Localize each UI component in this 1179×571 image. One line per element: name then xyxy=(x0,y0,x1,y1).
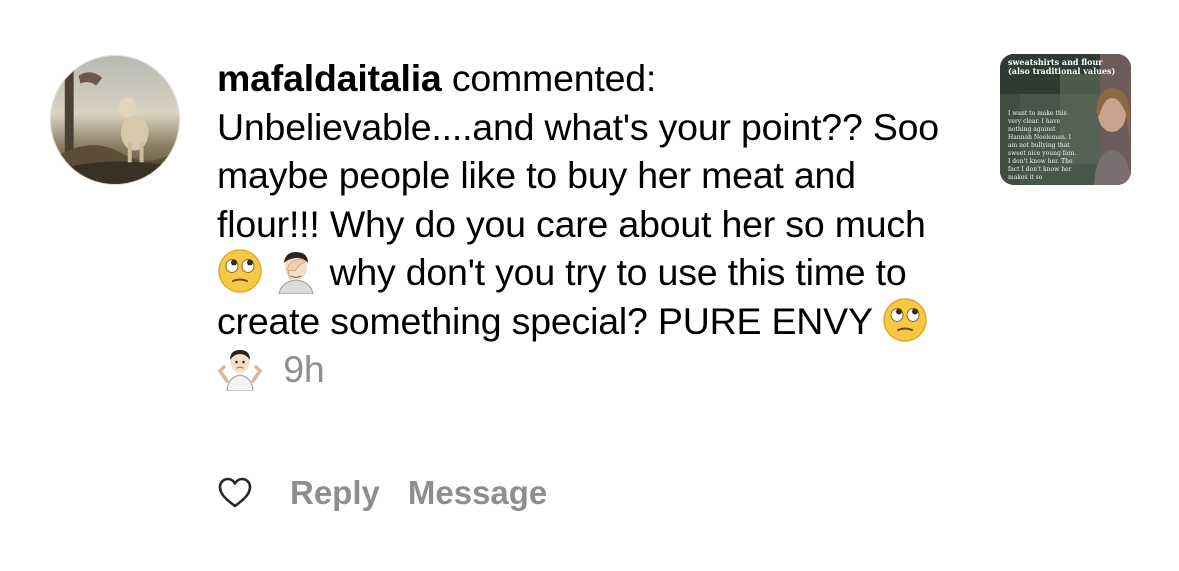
person-facepalming-icon xyxy=(273,248,319,294)
comment-actions: Reply Message xyxy=(218,470,547,516)
face-with-rolling-eyes-icon xyxy=(882,297,928,343)
reply-button[interactable]: Reply xyxy=(290,474,380,512)
heart-outline-icon[interactable] xyxy=(218,477,252,509)
comment-timestamp: 9h xyxy=(283,348,325,390)
person-shrugging-icon xyxy=(217,345,263,391)
comment-text-part1: Unbelievable....and what's your point?? … xyxy=(217,105,939,245)
comment-action: commented: xyxy=(451,57,657,99)
thumbnail-caption-body: I want to make this very clear. I have n… xyxy=(1008,110,1077,181)
thumbnail-caption-top: sweatshirts and flour (also traditional … xyxy=(1008,57,1116,76)
face-with-rolling-eyes-icon xyxy=(217,248,263,294)
avatar-image xyxy=(51,56,179,184)
comment-body: mafaldaitalia commented: Unbelievable...… xyxy=(217,54,957,394)
comment-username[interactable]: mafaldaitalia xyxy=(217,57,442,99)
post-thumbnail[interactable]: sweatshirts and flour (also traditional … xyxy=(1000,54,1131,185)
message-button[interactable]: Message xyxy=(408,474,547,512)
avatar[interactable] xyxy=(50,55,180,185)
comment-text-part2: why don't you try to use this time to cr… xyxy=(217,251,907,342)
